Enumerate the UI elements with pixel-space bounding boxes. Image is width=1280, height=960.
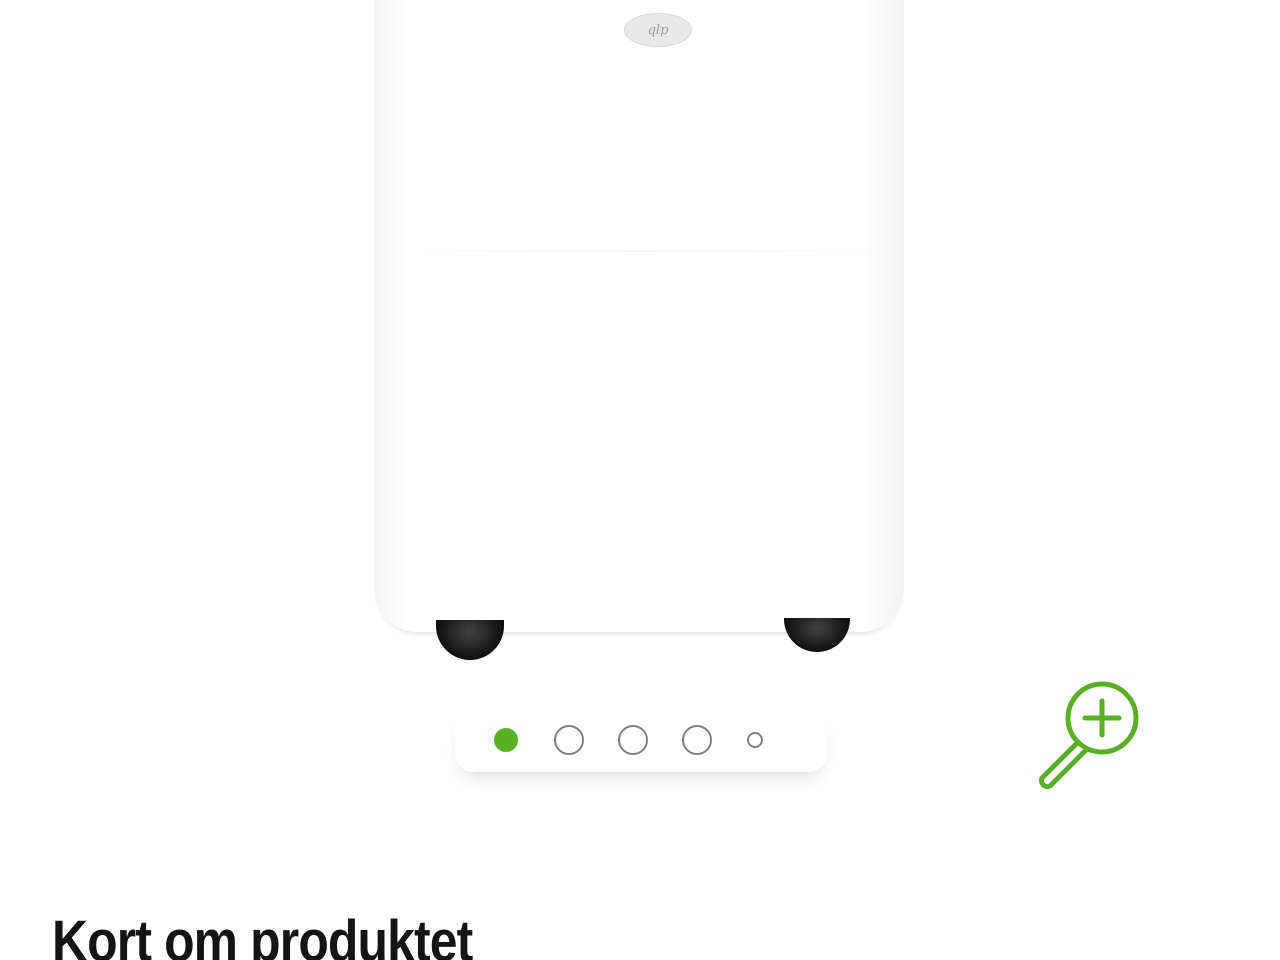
carousel-dot-2[interactable]	[554, 725, 584, 755]
carousel-dot-3[interactable]	[618, 725, 648, 755]
carousel-dot-1[interactable]	[494, 728, 518, 752]
product-page: qlp Kort om produktet	[0, 0, 1280, 960]
zoom-in-icon	[1038, 681, 1139, 790]
wheel-right	[784, 618, 850, 652]
brand-logo: qlp	[624, 13, 692, 47]
product-image[interactable]: qlp	[360, 0, 920, 680]
wheel-left	[436, 620, 504, 660]
carousel-pagination	[455, 708, 827, 772]
carousel-dot-4[interactable]	[682, 725, 712, 755]
body-seam	[374, 250, 904, 252]
zoom-button[interactable]	[1032, 680, 1148, 792]
carousel-dot-5[interactable]	[747, 732, 763, 748]
air-conditioner-unit: qlp	[374, 0, 904, 632]
section-title: Kort om produktet	[52, 909, 473, 960]
